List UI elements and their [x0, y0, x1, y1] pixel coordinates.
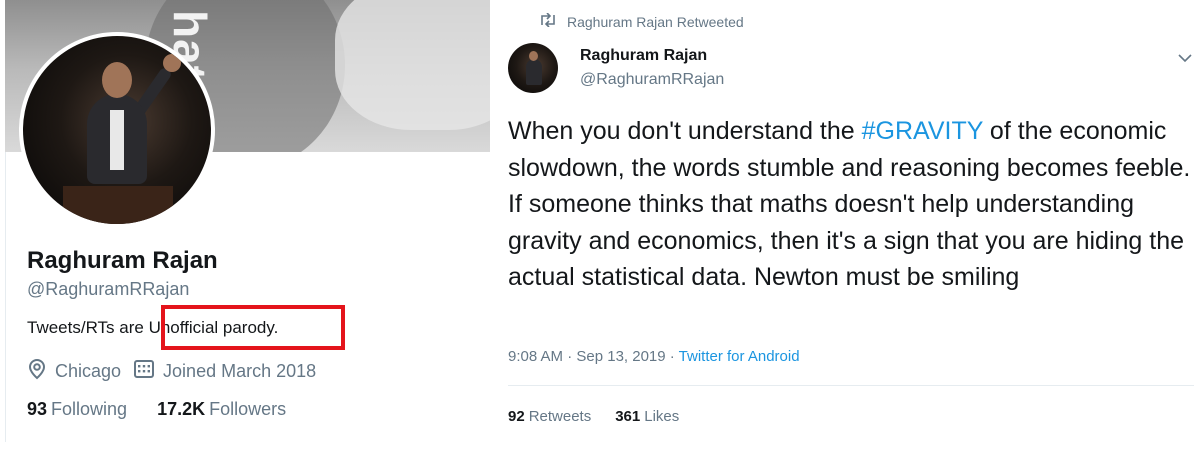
avatar-figure: [529, 51, 538, 61]
tweet-timestamp[interactable]: 9:08 AM · Sep 13, 2019 ·: [508, 348, 679, 365]
following-stat[interactable]: 93 Following: [27, 399, 127, 420]
following-label: Following: [51, 399, 128, 419]
followers-label: Followers: [209, 399, 287, 419]
tweet-author-handle[interactable]: @RaghuramRRajan: [580, 71, 724, 89]
retweet-context[interactable]: Raghuram Rajan Retweeted: [539, 12, 744, 30]
followers-stat[interactable]: 17.2K Followers: [157, 399, 286, 420]
banner-shape: [335, 0, 490, 130]
location-label: Chicago: [55, 361, 122, 381]
avatar-photo: [23, 36, 211, 224]
calendar-icon: [133, 359, 163, 384]
tweet-author-avatar[interactable]: [508, 43, 558, 93]
avatar-figure: [110, 110, 124, 170]
joined-label: Joined March 2018: [163, 361, 317, 381]
profile-meta: Chicago Joined March 2018: [27, 358, 328, 385]
retweets-stat[interactable]: 92 Retweets: [508, 408, 591, 425]
tweet-source-link[interactable]: Twitter for Android: [679, 348, 800, 365]
tweet-author-name[interactable]: Raghuram Rajan: [580, 47, 707, 65]
likes-label: Likes: [644, 408, 680, 425]
divider: [508, 385, 1194, 386]
following-count: 93: [27, 399, 48, 419]
location-pin-icon: [27, 358, 55, 385]
avatar-podium: [63, 186, 173, 224]
profile-handle[interactable]: @RaghuramRRajan: [27, 279, 189, 300]
profile-avatar[interactable]: [19, 32, 215, 228]
bio-highlight-box: [161, 305, 345, 350]
likes-count: 361: [615, 408, 641, 425]
retweet-context-label: Raghuram Rajan Retweeted: [567, 13, 744, 30]
avatar-figure: [102, 62, 132, 98]
followers-count: 17.2K: [157, 399, 206, 419]
retweets-count: 92: [508, 408, 525, 425]
likes-stat[interactable]: 361 Likes: [615, 408, 679, 425]
retweet-icon: [539, 12, 567, 30]
avatar-figure: [526, 59, 542, 85]
hashtag-link[interactable]: #GRAVITY: [862, 117, 983, 145]
avatar-figure: [163, 54, 181, 72]
profile-stats: 93 Following 17.2K Followers: [27, 399, 316, 420]
chevron-down-icon[interactable]: [1177, 50, 1193, 68]
profile-name: Raghuram Rajan: [27, 247, 218, 274]
tweet-card: Raghuram Rajan Retweeted Raghuram Rajan …: [497, 0, 1200, 450]
profile-joined: Joined March 2018: [133, 359, 316, 384]
retweets-label: Retweets: [528, 408, 592, 425]
profile-card: hat I do Raghuram Rajan @RaghuramRRajan …: [0, 0, 490, 450]
tweet-stats: 92 Retweets 361 Likes: [508, 408, 703, 425]
tweet-meta: 9:08 AM · Sep 13, 2019 · Twitter for And…: [508, 348, 800, 365]
profile-location: Chicago: [27, 358, 121, 385]
tweet-text: When you don't understand the #GRAVITY o…: [508, 113, 1198, 296]
tweet-text-start: When you don't understand the: [508, 117, 862, 145]
